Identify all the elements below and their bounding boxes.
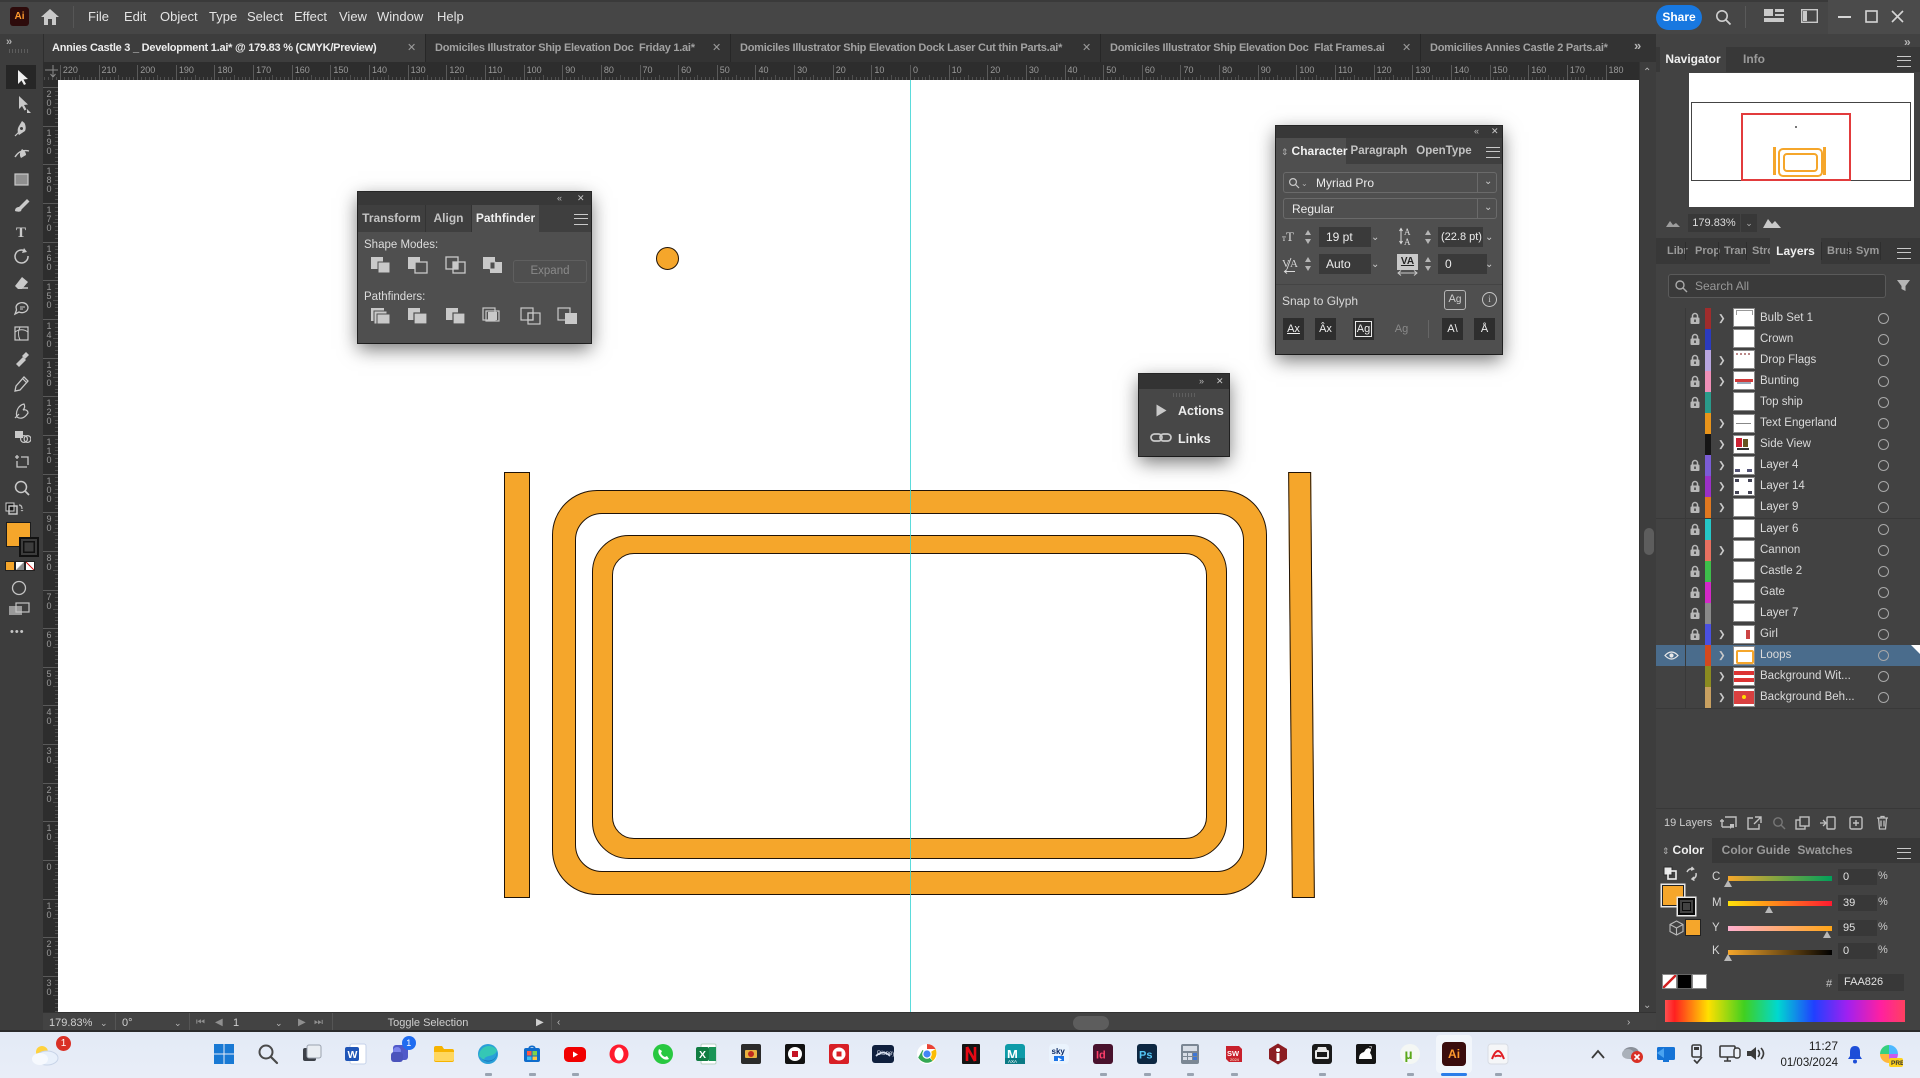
svg-text:W: W (347, 1049, 357, 1061)
svg-text:µ: µ (1405, 1046, 1413, 1062)
svg-text:A: A (1404, 227, 1411, 237)
svg-text:X: X (699, 1049, 706, 1061)
svg-text:sky: sky (1051, 1047, 1065, 1056)
svg-text:AXA: AXA (1008, 1059, 1017, 1064)
svg-text:T: T (16, 225, 26, 241)
svg-text:Id: Id (1096, 1050, 1106, 1062)
svg-text:A: A (1404, 237, 1411, 246)
svg-text:PRE: PRE (1891, 1060, 1903, 1067)
svg-text:Disney: Disney (877, 1051, 895, 1057)
svg-text:A: A (1290, 258, 1298, 270)
svg-text:2024: 2024 (1230, 1057, 1240, 1062)
svg-text:Ps: Ps (1139, 1050, 1152, 1062)
